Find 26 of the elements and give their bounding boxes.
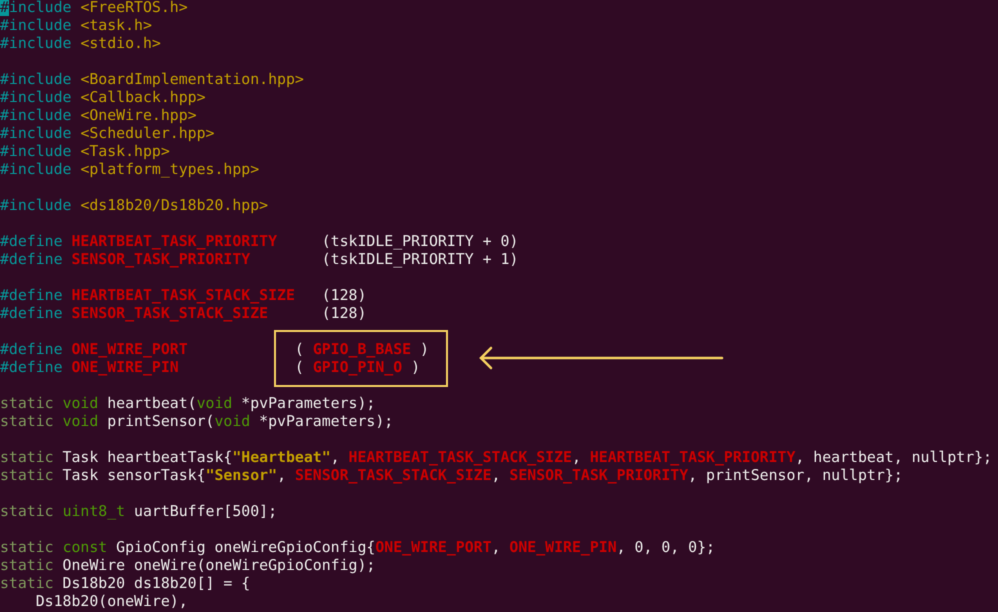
code-line: #include <Task.hpp>: [0, 142, 171, 160]
code-line: static void printSensor(void *pvParameters);: [0, 412, 394, 430]
code-line: static Ds18b20 ds18b20[] = {: [0, 574, 252, 592]
code-line: #define HEARTBEAT_TASK_PRIORITY (tskIDLE_PRIORITY + 0): [0, 232, 520, 250]
code-line: #include <task.h>: [0, 16, 153, 34]
code-line: #define ONE_WIRE_PORT ( GPIO_B_BASE ): [0, 340, 430, 358]
code-line: static Task sensorTask{"Sensor", SENSOR_TASK_STACK_SIZE, SENSOR_TASK_PRIORITY, printSensor, nullptr};: [0, 466, 904, 484]
code-line: #include <stdio.h>: [0, 34, 162, 52]
code-line: #include <OneWire.hpp>: [0, 106, 198, 124]
code-line: #define SENSOR_TASK_STACK_SIZE (128): [0, 304, 368, 322]
code-line: #include <ds18b20/Ds18b20.hpp>: [0, 196, 270, 214]
code-line: static uint8_t uartBuffer[500];: [0, 502, 278, 520]
code-line: #include <Callback.hpp>: [0, 88, 207, 106]
code-line: Ds18b20(oneWire),: [34, 592, 189, 610]
code-line: static void heartbeat(void *pvParameters);: [0, 394, 376, 412]
arrow-icon: [479, 346, 724, 370]
code-line: #define HEARTBEAT_TASK_STACK_SIZE (128): [0, 286, 368, 304]
code-line: #include <platform_types.hpp>: [0, 160, 260, 178]
code-line: #define SENSOR_TASK_PRIORITY (tskIDLE_PRIORITY + 1): [0, 250, 520, 268]
code-line: #include <BoardImplementation.hpp>: [0, 70, 305, 88]
code-line: static Task heartbeatTask{"Heartbeat", HEARTBEAT_TASK_STACK_SIZE, HEARTBEAT_TASK_PRIORITY, heartbeat, nullptr};: [0, 448, 993, 466]
code-line: #define ONE_WIRE_PIN ( GPIO_PIN_O ): [0, 358, 422, 376]
code-line: #include <Scheduler.hpp>: [0, 124, 216, 142]
code-line: #include <FreeRTOS.h>: [0, 0, 189, 16]
code-line: static OneWire oneWire(oneWireGpioConfig);: [0, 556, 376, 574]
code-line: static const GpioConfig oneWireGpioConfig{ONE_WIRE_PORT, ONE_WIRE_PIN, 0, 0, 0};: [0, 538, 716, 556]
